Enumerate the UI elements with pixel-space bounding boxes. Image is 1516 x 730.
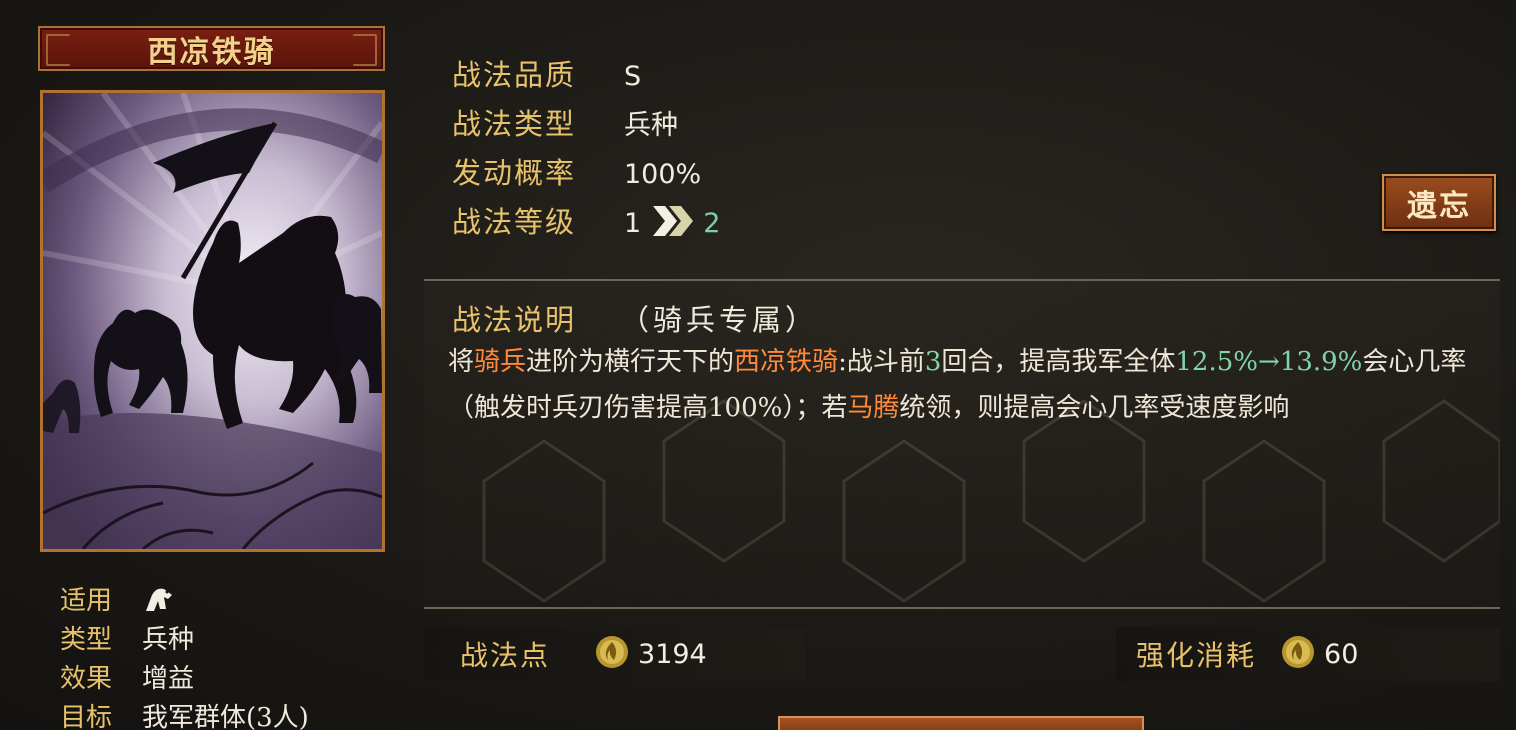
tactic-point-coin-icon: [594, 634, 630, 674]
enhance-button[interactable]: [778, 716, 1144, 730]
type-value: 兵种: [142, 625, 195, 655]
type-label: 类型: [60, 625, 113, 655]
description-segment: 3: [924, 347, 942, 377]
description-segment: 回合，提高我军全体: [941, 347, 1176, 377]
description-panel: 战法说明 （骑兵专属） 将骑兵进阶为横行天下的西凉铁骑:战斗前3回合，提高我军全体…: [424, 279, 1500, 609]
kind-row: 战法类型 兵种: [452, 101, 678, 143]
rate-row: 发动概率 100%: [452, 150, 701, 192]
description-segment: :战斗前: [838, 347, 925, 377]
effect-value: 增益: [142, 664, 195, 694]
info-apply-row: 适用: [60, 580, 176, 617]
target-label: 目标: [60, 703, 113, 730]
kind-value: 兵种: [624, 110, 678, 141]
tactic-point-coin-icon: [1280, 634, 1316, 674]
description-segment: 骑兵: [474, 347, 527, 377]
description-segment: 西凉铁骑: [734, 347, 839, 377]
rate-label: 发动概率: [452, 156, 577, 190]
description-header: 战法说明 （骑兵专属）: [452, 297, 818, 339]
info-target-row: 目标 我军群体(3人): [60, 697, 309, 730]
skill-name: 西凉铁骑: [147, 34, 276, 70]
effect-label: 效果: [60, 664, 113, 694]
enhance-cost-bar: 强化消耗 60: [1116, 627, 1500, 681]
forget-button[interactable]: 遗忘: [1382, 174, 1496, 231]
kind-label: 战法类型: [452, 107, 577, 141]
description-segment: 统领，则提高会心几率受速度影响: [899, 393, 1290, 423]
description-label: 战法说明: [452, 303, 577, 337]
description-segment: 马腾: [847, 393, 900, 423]
level-current: 1: [624, 208, 642, 239]
level-label: 战法等级: [452, 205, 577, 239]
info-type-row: 类型 兵种: [60, 619, 194, 656]
tactic-points-label: 战法点: [460, 639, 551, 672]
description-segment: 进阶为横行天下的: [526, 347, 735, 377]
enhance-cost-value: 60: [1324, 638, 1359, 670]
quality-label: 战法品质: [452, 58, 577, 92]
description-segment: 12.5%→13.9%: [1175, 347, 1363, 377]
tactic-points-bar: 战法点 3194: [424, 627, 806, 681]
level-next: 2: [703, 208, 721, 239]
info-effect-row: 效果 增益: [60, 658, 194, 695]
description-tag: （骑兵专属）: [620, 303, 819, 337]
level-row: 战法等级 1 2: [452, 199, 720, 245]
description-text: 将骑兵进阶为横行天下的西凉铁骑:战斗前3回合，提高我军全体12.5%→13.9%…: [448, 339, 1478, 431]
skill-card-art: [40, 90, 385, 552]
double-chevron-right-icon: [651, 204, 697, 245]
rate-value: 100%: [624, 159, 702, 190]
tactic-points-value: 3194: [638, 638, 707, 670]
cavalry-horse-icon: [142, 586, 176, 616]
skill-title-plate: 西凉铁骑: [38, 26, 385, 71]
apply-label: 适用: [60, 586, 113, 616]
quality-value: S: [624, 61, 642, 92]
target-value: 我军群体(3人): [142, 703, 309, 730]
quality-row: 战法品质 S: [452, 52, 641, 94]
cavalry-charge-illustration: [43, 93, 382, 549]
description-segment: 将: [448, 347, 475, 377]
enhance-cost-label: 强化消耗: [1136, 639, 1257, 672]
